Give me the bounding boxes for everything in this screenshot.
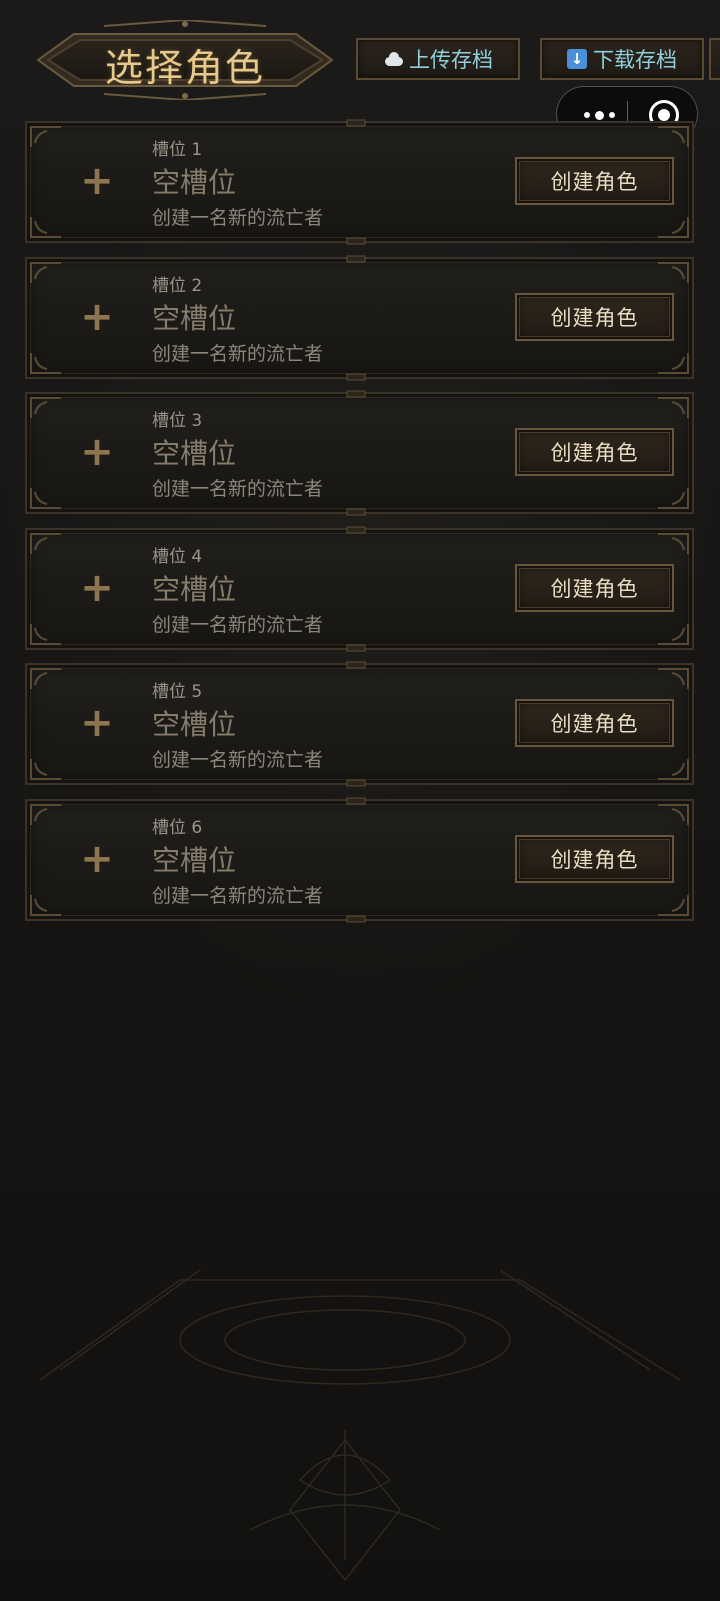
- create-character-button[interactable]: 创建角色: [515, 699, 674, 747]
- slot-description: 创建一名新的流亡者: [152, 749, 324, 771]
- cloud-icon: [383, 52, 403, 66]
- create-character-button[interactable]: 创建角色: [515, 428, 674, 476]
- slot-number-label: 槽位 6: [152, 818, 203, 838]
- slot-status-title: 空槽位: [152, 573, 237, 606]
- stud-ornament-icon: [346, 661, 366, 669]
- slot-status-title: 空槽位: [152, 708, 237, 741]
- slot-number-label: 槽位 2: [152, 276, 203, 296]
- character-slot: + 槽位 3 空槽位 创建一名新的流亡者 创建角色: [25, 390, 694, 516]
- character-slot: + 槽位 2 空槽位 创建一名新的流亡者 创建角色: [25, 255, 694, 381]
- corner-ornament-icon: [30, 759, 61, 780]
- slot-number-label: 槽位 1: [152, 140, 203, 160]
- plus-icon: +: [80, 836, 114, 882]
- slot-description: 创建一名新的流亡者: [152, 478, 324, 500]
- corner-ornament-icon: [30, 804, 61, 825]
- slot-status-title: 空槽位: [152, 844, 237, 877]
- corner-ornament-icon: [30, 488, 61, 509]
- corner-ornament-icon: [30, 126, 61, 147]
- create-character-button[interactable]: 创建角色: [515, 835, 674, 883]
- stud-ornament-icon: [346, 779, 366, 787]
- download-save-label: 下载存档: [593, 48, 677, 72]
- page-title: 选择角色: [104, 46, 265, 90]
- stud-ornament-icon: [346, 119, 366, 127]
- character-slot: + 槽位 4 空槽位 创建一名新的流亡者 创建角色: [25, 526, 694, 652]
- download-icon: ↓: [567, 49, 587, 69]
- more-header-button-edge[interactable]: [709, 38, 720, 80]
- stud-ornament-icon: [346, 390, 366, 398]
- create-character-button[interactable]: 创建角色: [515, 293, 674, 341]
- download-save-button[interactable]: ↓ 下载存档: [540, 38, 704, 80]
- corner-ornament-icon: [658, 668, 689, 689]
- stud-ornament-icon: [346, 915, 366, 923]
- corner-ornament-icon: [30, 533, 61, 554]
- slot-description: 创建一名新的流亡者: [152, 885, 324, 907]
- slot-number-label: 槽位 4: [152, 547, 203, 567]
- corner-ornament-icon: [658, 624, 689, 645]
- corner-ornament-icon: [30, 895, 61, 916]
- corner-ornament-icon: [658, 126, 689, 147]
- character-slot: + 槽位 5 空槽位 创建一名新的流亡者 创建角色: [25, 661, 694, 787]
- corner-ornament-icon: [658, 353, 689, 374]
- character-slot: + 槽位 1 空槽位 创建一名新的流亡者 创建角色: [25, 119, 694, 245]
- corner-ornament-icon: [30, 624, 61, 645]
- plus-icon: +: [80, 429, 114, 475]
- upload-save-button[interactable]: 上传存档: [356, 38, 520, 80]
- slot-number-label: 槽位 3: [152, 411, 203, 431]
- corner-ornament-icon: [658, 533, 689, 554]
- stud-ornament-icon: [346, 255, 366, 263]
- corner-ornament-icon: [658, 804, 689, 825]
- stud-ornament-icon: [346, 797, 366, 805]
- corner-ornament-icon: [658, 262, 689, 283]
- plus-icon: +: [80, 700, 114, 746]
- slot-status-title: 空槽位: [152, 166, 237, 199]
- corner-ornament-icon: [658, 217, 689, 238]
- plus-icon: +: [80, 294, 114, 340]
- page-title-plate: 选择角色: [34, 20, 336, 100]
- corner-ornament-icon: [30, 217, 61, 238]
- corner-ornament-icon: [658, 895, 689, 916]
- corner-ornament-icon: [658, 397, 689, 418]
- slot-number-label: 槽位 5: [152, 682, 203, 702]
- plus-icon: +: [80, 158, 114, 204]
- stud-ornament-icon: [346, 526, 366, 534]
- slot-status-title: 空槽位: [152, 302, 237, 335]
- corner-ornament-icon: [30, 668, 61, 689]
- corner-ornament-icon: [30, 397, 61, 418]
- corner-ornament-icon: [658, 488, 689, 509]
- stud-ornament-icon: [346, 644, 366, 652]
- stud-ornament-icon: [346, 508, 366, 516]
- slot-description: 创建一名新的流亡者: [152, 343, 324, 365]
- slot-description: 创建一名新的流亡者: [152, 614, 324, 636]
- corner-ornament-icon: [30, 262, 61, 283]
- slot-status-title: 空槽位: [152, 437, 237, 470]
- slot-description: 创建一名新的流亡者: [152, 207, 324, 229]
- corner-ornament-icon: [658, 759, 689, 780]
- plus-icon: +: [80, 565, 114, 611]
- rune-circle-decoration: [39, 1269, 681, 1582]
- create-character-button[interactable]: 创建角色: [515, 564, 674, 612]
- corner-ornament-icon: [30, 353, 61, 374]
- stud-ornament-icon: [346, 237, 366, 245]
- stud-ornament-icon: [346, 373, 366, 381]
- character-slot: + 槽位 6 空槽位 创建一名新的流亡者 创建角色: [25, 797, 694, 923]
- create-character-button[interactable]: 创建角色: [515, 157, 674, 205]
- upload-save-label: 上传存档: [409, 48, 493, 72]
